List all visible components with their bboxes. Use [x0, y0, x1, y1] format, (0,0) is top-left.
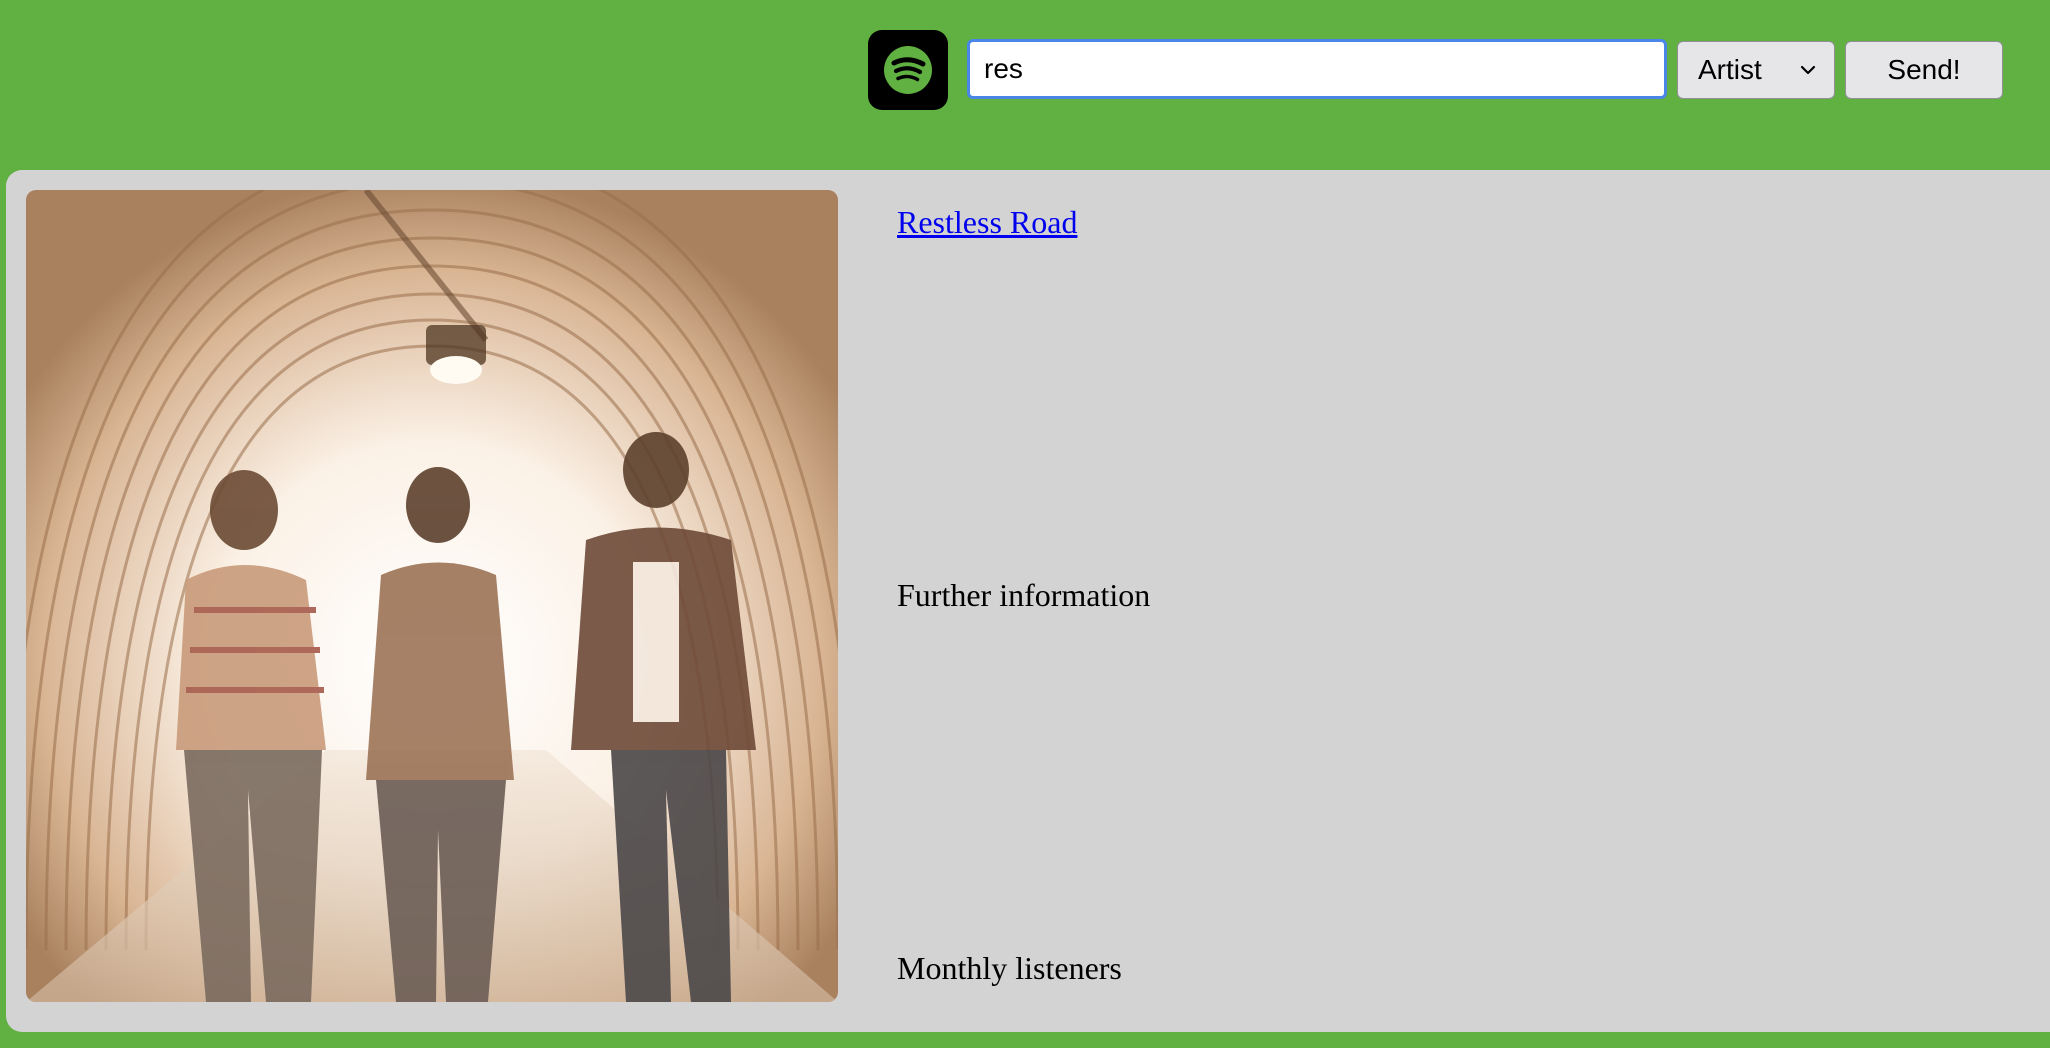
search-type-select[interactable]: Artist: [1677, 41, 1835, 99]
artist-name-link[interactable]: Restless Road: [897, 204, 1077, 241]
artist-photo: [26, 190, 838, 1002]
send-button[interactable]: Send!: [1845, 41, 2003, 99]
monthly-listeners-label: Monthly listeners: [897, 950, 1122, 986]
header-bar: Artist Send!: [0, 0, 2050, 170]
spotify-logo-icon[interactable]: [868, 30, 948, 110]
search-input[interactable]: [967, 39, 1667, 99]
search-type-selected: Artist: [1698, 54, 1762, 85]
artist-result-panel: Restless Road Further information Monthl…: [6, 170, 2050, 1032]
chevron-down-icon: [1800, 65, 1816, 75]
further-information-label: Further information: [897, 577, 1151, 613]
